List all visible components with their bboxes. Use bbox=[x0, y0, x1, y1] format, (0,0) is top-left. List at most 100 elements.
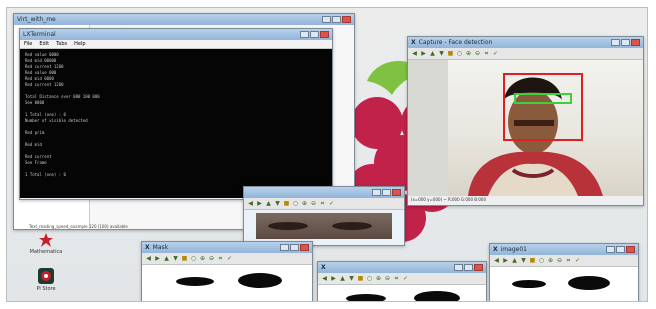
close-button[interactable] bbox=[631, 39, 640, 46]
maximize-button[interactable] bbox=[290, 244, 299, 251]
save-icon[interactable]: ■ bbox=[447, 50, 454, 57]
menu-file[interactable]: File bbox=[24, 41, 32, 47]
arrow-down-icon[interactable]: ▼ bbox=[438, 50, 445, 57]
maximize-button[interactable] bbox=[616, 246, 625, 253]
pi-store-label: Pi Store bbox=[36, 286, 56, 292]
maximize-button[interactable] bbox=[382, 189, 391, 196]
pi-store-desktop-icon[interactable]: Pi Store bbox=[27, 266, 65, 298]
mask-titlebar[interactable]: X Mask bbox=[142, 242, 312, 253]
fit-icon[interactable]: ⌗ bbox=[319, 200, 326, 207]
zoom-in-icon[interactable]: ⊕ bbox=[199, 255, 206, 262]
settings-icon[interactable]: ✓ bbox=[402, 275, 409, 282]
arrow-down-icon[interactable]: ▼ bbox=[348, 275, 355, 282]
terminal-window[interactable]: LXTerminal File Edit Tabs Help Red value… bbox=[19, 28, 333, 200]
arrow-left-icon[interactable]: ◀ bbox=[493, 257, 500, 264]
zoom-icon[interactable]: ○ bbox=[456, 50, 463, 57]
save-icon[interactable]: ■ bbox=[529, 257, 536, 264]
image01-blob-left bbox=[512, 280, 546, 288]
menu-edit[interactable]: Edit bbox=[39, 41, 49, 47]
close-button[interactable] bbox=[474, 264, 483, 271]
zoom-icon[interactable]: ○ bbox=[292, 200, 299, 207]
minimize-button[interactable] bbox=[611, 39, 620, 46]
zoom-in-icon[interactable]: ⊕ bbox=[547, 257, 554, 264]
arrow-left-icon[interactable]: ◀ bbox=[411, 50, 418, 57]
settings-icon[interactable]: ✓ bbox=[226, 255, 233, 262]
zoom-icon[interactable]: ○ bbox=[190, 255, 197, 262]
image01-window[interactable]: X image01 ◀ ▶ ▲ ▼ ■ ○ ⊕ ⊖ ⌗ ✓ bbox=[489, 243, 639, 301]
maximize-button[interactable] bbox=[310, 31, 319, 38]
eyes-titlebar[interactable] bbox=[244, 187, 404, 198]
minimize-button[interactable] bbox=[372, 189, 381, 196]
terminal-console[interactable]: Red value 0000 Red mid 00000 Red current… bbox=[20, 49, 332, 198]
zoom-icon[interactable]: ○ bbox=[366, 275, 373, 282]
save-icon[interactable]: ■ bbox=[357, 275, 364, 282]
settings-icon[interactable]: ✓ bbox=[328, 200, 335, 207]
middle-window[interactable]: X ◀ ▶ ▲ ▼ ■ ○ ⊕ ⊖ ⌗ ✓ bbox=[317, 261, 487, 301]
close-button[interactable] bbox=[300, 244, 309, 251]
close-button[interactable] bbox=[342, 16, 351, 23]
zoom-out-icon[interactable]: ⊖ bbox=[310, 200, 317, 207]
middle-image bbox=[318, 285, 486, 301]
minimize-button[interactable] bbox=[322, 16, 331, 23]
close-button[interactable] bbox=[320, 31, 329, 38]
maximize-button[interactable] bbox=[332, 16, 341, 23]
minimize-button[interactable] bbox=[300, 31, 309, 38]
arrow-down-icon[interactable]: ▼ bbox=[274, 200, 281, 207]
image01-titlebar[interactable]: X image01 bbox=[490, 244, 638, 255]
image01-toolbar: ◀ ▶ ▲ ▼ ■ ○ ⊕ ⊖ ⌗ ✓ bbox=[490, 255, 638, 267]
arrow-right-icon[interactable]: ▶ bbox=[256, 200, 263, 207]
capture-titlebar[interactable]: X Capture - Face detection bbox=[408, 37, 643, 48]
save-icon[interactable]: ■ bbox=[181, 255, 188, 262]
zoom-out-icon[interactable]: ⊖ bbox=[556, 257, 563, 264]
capture-window[interactable]: X Capture - Face detection ◀ ▶ ▲ ▼ ■ ○ ⊕… bbox=[407, 36, 644, 206]
arrow-down-icon[interactable]: ▼ bbox=[172, 255, 179, 262]
arrow-up-icon[interactable]: ▲ bbox=[511, 257, 518, 264]
mask-blob-left bbox=[176, 277, 214, 286]
arrow-left-icon[interactable]: ◀ bbox=[321, 275, 328, 282]
fit-icon[interactable]: ⌗ bbox=[217, 255, 224, 262]
arrow-left-icon[interactable]: ◀ bbox=[145, 255, 152, 262]
arrow-up-icon[interactable]: ▲ bbox=[429, 50, 436, 57]
fit-icon[interactable]: ⌗ bbox=[483, 50, 490, 57]
zoom-out-icon[interactable]: ⊖ bbox=[384, 275, 391, 282]
middle-titlebar[interactable]: X bbox=[318, 262, 486, 273]
arrow-left-icon[interactable]: ◀ bbox=[247, 200, 254, 207]
save-icon[interactable]: ■ bbox=[283, 200, 290, 207]
arrow-right-icon[interactable]: ▶ bbox=[330, 275, 337, 282]
zoom-icon[interactable]: ○ bbox=[538, 257, 545, 264]
terminal-title: LXTerminal bbox=[23, 31, 56, 38]
close-button[interactable] bbox=[626, 246, 635, 253]
close-button[interactable] bbox=[392, 189, 401, 196]
zoom-in-icon[interactable]: ⊕ bbox=[465, 50, 472, 57]
maximize-button[interactable] bbox=[464, 264, 473, 271]
explorer-titlebar[interactable]: Virt_with_me bbox=[14, 14, 354, 25]
settings-icon[interactable]: ✓ bbox=[492, 50, 499, 57]
minimize-button[interactable] bbox=[454, 264, 463, 271]
mask-window[interactable]: X Mask ◀ ▶ ▲ ▼ ■ ○ ⊕ ⊖ ⌗ ✓ bbox=[141, 241, 313, 301]
zoom-out-icon[interactable]: ⊖ bbox=[474, 50, 481, 57]
zoom-in-icon[interactable]: ⊕ bbox=[301, 200, 308, 207]
arrow-down-icon[interactable]: ▼ bbox=[520, 257, 527, 264]
zoom-out-icon[interactable]: ⊖ bbox=[208, 255, 215, 262]
minimize-button[interactable] bbox=[606, 246, 615, 253]
settings-icon[interactable]: ✓ bbox=[574, 257, 581, 264]
arrow-up-icon[interactable]: ▲ bbox=[339, 275, 346, 282]
minimize-button[interactable] bbox=[280, 244, 289, 251]
maximize-button[interactable] bbox=[621, 39, 630, 46]
menu-help[interactable]: Help bbox=[74, 41, 85, 47]
arrow-up-icon[interactable]: ▲ bbox=[265, 200, 272, 207]
arrow-right-icon[interactable]: ▶ bbox=[420, 50, 427, 57]
fit-icon[interactable]: ⌗ bbox=[393, 275, 400, 282]
fit-icon[interactable]: ⌗ bbox=[565, 257, 572, 264]
menu-tabs[interactable]: Tabs bbox=[56, 41, 67, 47]
zoom-in-icon[interactable]: ⊕ bbox=[375, 275, 382, 282]
eyes-window[interactable]: ◀ ▶ ▲ ▼ ■ ○ ⊕ ⊖ ⌗ ✓ bbox=[243, 186, 405, 246]
left-eye bbox=[268, 222, 308, 230]
arrow-up-icon[interactable]: ▲ bbox=[163, 255, 170, 262]
arrow-right-icon[interactable]: ▶ bbox=[154, 255, 161, 262]
mathematica-desktop-icon[interactable]: Mathematica bbox=[27, 230, 65, 262]
terminal-titlebar[interactable]: LXTerminal bbox=[20, 29, 332, 40]
image01-title: image01 bbox=[500, 246, 527, 253]
arrow-right-icon[interactable]: ▶ bbox=[502, 257, 509, 264]
x-app-icon: X bbox=[493, 246, 498, 253]
